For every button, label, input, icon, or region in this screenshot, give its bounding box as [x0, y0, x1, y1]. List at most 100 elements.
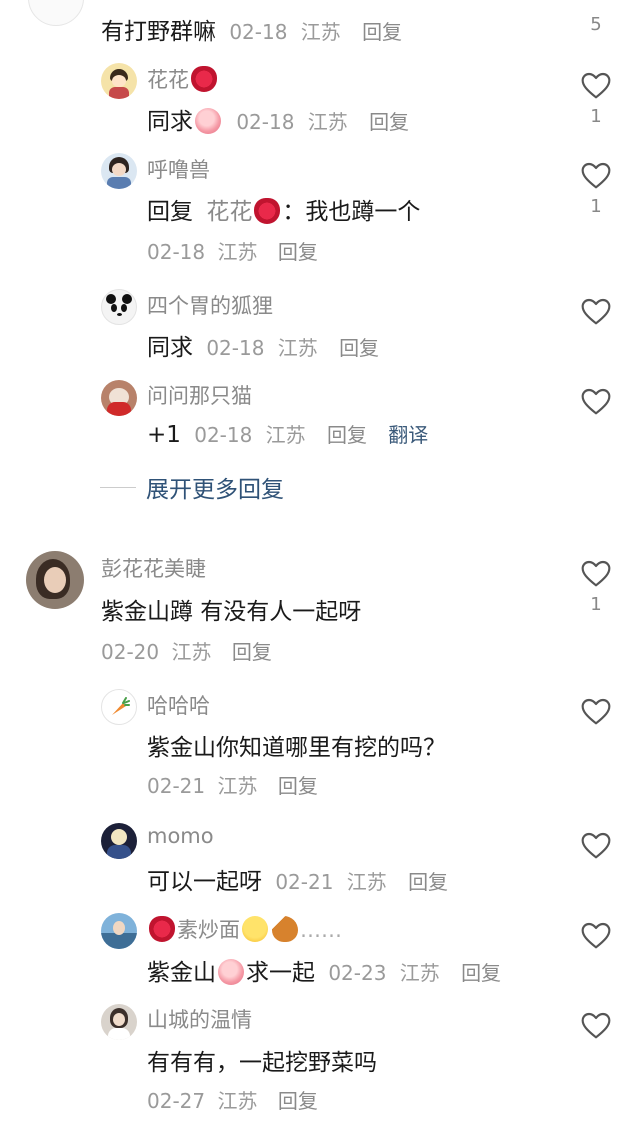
comment-location: 江苏 — [300, 20, 341, 44]
reply-location: 江苏 — [217, 1089, 258, 1113]
reply-button[interactable]: 回复 — [408, 870, 448, 894]
reply-date: 02-23 — [328, 961, 387, 985]
reply-username[interactable]: 花花 — [147, 64, 219, 94]
avatar[interactable] — [101, 1004, 137, 1040]
username[interactable]: 问问那只猫 — [147, 380, 252, 410]
avatar[interactable] — [28, 0, 84, 26]
reply-text-row: 同求 02-18 江苏 回复 — [147, 102, 409, 136]
heart-icon — [580, 696, 612, 728]
comment-date: 02-20 — [101, 640, 160, 664]
reply-text: 我也蹲一个 — [305, 199, 421, 225]
like-button[interactable]: 1 — [578, 70, 614, 127]
reply-text-row: 回复 花花 ：我也蹲一个 — [147, 192, 420, 226]
mention-username[interactable]: 花花 — [206, 199, 252, 225]
reply-button[interactable]: 回复 — [278, 774, 318, 798]
heart-icon — [580, 1010, 612, 1042]
avatar[interactable] — [101, 380, 137, 416]
reply-button[interactable]: 回复 — [369, 110, 409, 134]
translate-button[interactable]: 翻译 — [388, 423, 428, 447]
username[interactable]: 呼噜兽 — [147, 154, 210, 184]
heart-icon — [580, 386, 612, 418]
like-button[interactable]: 1 — [578, 558, 614, 615]
avatar[interactable] — [101, 153, 137, 189]
reply-button[interactable]: 回复 — [278, 1089, 318, 1113]
reply-button[interactable]: 回复 — [278, 240, 318, 264]
expand-more-replies[interactable]: 展开更多回复 — [100, 470, 284, 504]
like-button[interactable] — [578, 920, 614, 952]
reply-button[interactable]: 回复 — [461, 961, 501, 985]
reply-username[interactable]: 素炒面 …… — [147, 914, 342, 944]
comment-meta-row: 02-20 江苏 回复 — [101, 636, 272, 665]
reply-text: +1 — [147, 422, 181, 448]
kiss-emoji — [149, 916, 175, 942]
heart-icon — [580, 296, 612, 328]
kiss-emoji — [254, 198, 281, 224]
avatar[interactable] — [101, 689, 137, 725]
like-count: 1 — [590, 196, 602, 217]
like-button[interactable] — [578, 386, 614, 418]
peach-emoji — [195, 108, 221, 134]
comment-text: 有打野群嘛 — [101, 19, 216, 45]
reply-text: 有有有，一起挖野菜吗 — [147, 1050, 377, 1076]
reply-location: 江苏 — [217, 774, 258, 798]
reply-location: 江苏 — [277, 336, 318, 360]
reply-text-a: 紫金山 — [147, 960, 216, 986]
username[interactable]: 山城的温情 — [147, 1004, 252, 1034]
username: 素炒面 — [177, 918, 240, 942]
username[interactable]: 四个胃的狐狸 — [147, 290, 273, 320]
reply-date: 02-21 — [275, 870, 334, 894]
drumstick-emoji — [272, 916, 298, 942]
reply-text: 同求 — [147, 335, 193, 361]
kiss-emoji — [191, 66, 217, 92]
reply-location: 江苏 — [265, 423, 306, 447]
peach-emoji — [218, 959, 244, 985]
reply-location: 江苏 — [307, 110, 348, 134]
reply-text: 可以一起呀 — [147, 869, 262, 895]
reply-location: 江苏 — [346, 870, 387, 894]
reply-button[interactable]: 回复 — [362, 20, 402, 44]
reply-text-b: 求一起 — [246, 960, 315, 986]
divider — [100, 486, 136, 488]
comment-location: 江苏 — [171, 640, 212, 664]
comment-text: 紫金山蹲 有没有人一起呀 — [101, 599, 362, 625]
avatar[interactable] — [101, 289, 137, 325]
avatar[interactable] — [101, 823, 137, 859]
reply-location: 江苏 — [399, 961, 440, 985]
like-button[interactable]: 5 — [578, 14, 614, 35]
reply-date: 02-18 — [206, 336, 265, 360]
like-button[interactable] — [578, 1010, 614, 1042]
smile-emoji — [242, 916, 268, 942]
heart-icon — [580, 920, 612, 952]
reply-meta-row: 02-21 江苏 回复 — [147, 770, 318, 799]
username[interactable]: 哈哈哈 — [147, 690, 210, 720]
reply-text-row: 紫金山 求一起 02-23 江苏 回复 — [147, 953, 501, 987]
comment-text-row: 有打野群嘛 02-18 江苏 回复 — [101, 12, 402, 46]
avatar[interactable] — [26, 551, 84, 609]
username[interactable]: momo — [147, 824, 214, 848]
like-button[interactable] — [578, 696, 614, 728]
like-count: 5 — [590, 14, 602, 35]
username[interactable]: 彭花花美睫 — [101, 553, 206, 583]
reply-button[interactable]: 回复 — [339, 336, 379, 360]
reply-date: 02-18 — [194, 423, 253, 447]
like-button[interactable] — [578, 830, 614, 862]
reply-text-row: +1 02-18 江苏 回复 翻译 — [147, 419, 428, 448]
reply-date: 02-21 — [147, 774, 206, 798]
reply-text: 紫金山你知道哪里有挖的吗？ — [147, 735, 446, 761]
comment-date: 02-18 — [229, 20, 288, 44]
expand-label: 展开更多回复 — [146, 477, 284, 503]
avatar[interactable] — [101, 63, 137, 99]
carrot-icon — [112, 697, 130, 715]
reply-button[interactable]: 回复 — [327, 423, 367, 447]
avatar[interactable] — [101, 913, 137, 949]
reply-text: 同求 — [147, 109, 193, 135]
like-button[interactable] — [578, 296, 614, 328]
heart-icon — [580, 830, 612, 862]
heart-icon — [580, 558, 612, 590]
reply-text-row: 可以一起呀 02-21 江苏 回复 — [147, 862, 448, 896]
like-button[interactable]: 1 — [578, 160, 614, 217]
reply-date: 02-18 — [147, 240, 206, 264]
mention-colon: ： — [282, 199, 306, 225]
reply-button[interactable]: 回复 — [232, 640, 272, 664]
reply-meta-row: 02-27 江苏 回复 — [147, 1085, 318, 1114]
